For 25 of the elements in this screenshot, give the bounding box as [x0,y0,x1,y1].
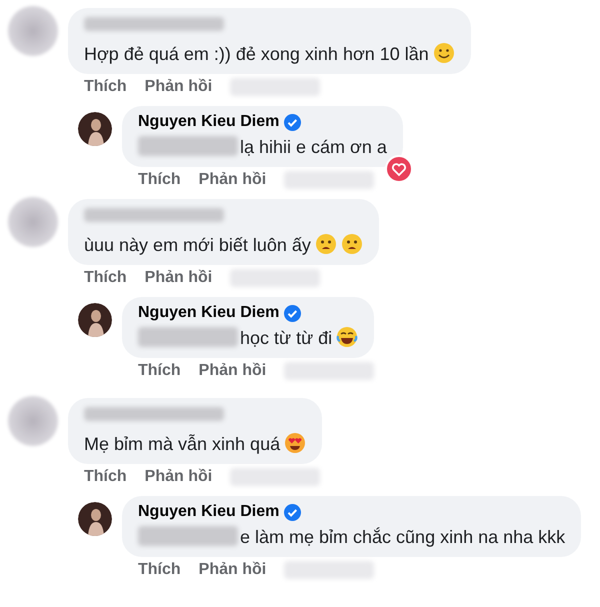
comment-action-link[interactable]: Thích [138,171,181,189]
comment-action-link[interactable]: Phản hồi [198,561,266,579]
comment-action-link[interactable]: Phản hồi [144,468,212,486]
comment-action-link[interactable]: Thích [84,269,127,287]
avatar[interactable] [78,303,112,337]
author-name[interactable]: Nguyen Kieu Diem [138,304,280,322]
avatar[interactable] [78,502,112,536]
comment-action-link[interactable]: Phản hồi [198,171,266,189]
heart-reaction-icon[interactable] [384,155,413,183]
comment-text: ùuu này em mới biết luôn ấy [84,231,363,259]
comment-text: e làm mẹ bỉm chắc cũng xinh na nha kkk [138,523,566,551]
comment-text: Mẹ bỉm mà vẫn xinh quá [84,430,306,458]
comment-action-link[interactable]: Thích [84,78,127,96]
comment-action-link[interactable]: Thích [138,362,181,380]
avatar[interactable] [78,112,112,146]
comment-action-link[interactable]: Phản hồi [144,78,212,96]
comment-text: Hợp đẻ quá em :)) đẻ xong xinh hơn 10 lần [84,40,455,68]
comment-action-link[interactable]: Thích [84,468,127,486]
comment-text: học từ từ đi [138,324,358,352]
comment-action-link[interactable]: Phản hồi [144,269,212,287]
comment-action-link[interactable]: Thích [138,561,181,579]
author-name[interactable]: Nguyen Kieu Diem [138,113,280,131]
author-name[interactable]: Nguyen Kieu Diem [138,503,280,521]
comment-text: lạ hihii e cám ơn a [138,133,387,161]
comment-action-link[interactable]: Phản hồi [198,362,266,380]
